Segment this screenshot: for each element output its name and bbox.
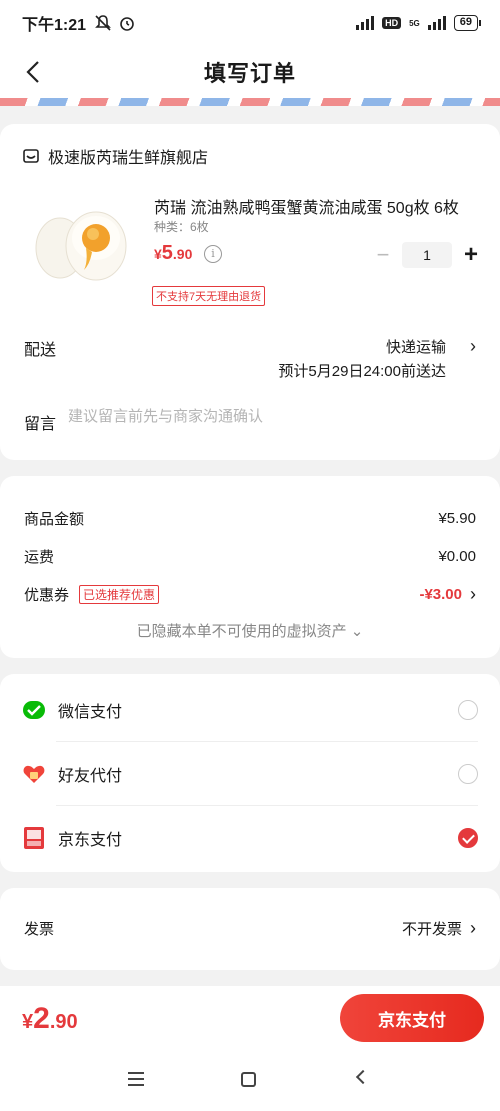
hidden-assets-toggle[interactable]: 已隐藏本单不可使用的虚拟资产 ⌄ xyxy=(0,620,500,641)
signal-icon xyxy=(356,16,375,30)
note-label: 留言 xyxy=(24,416,57,433)
menu-icon[interactable] xyxy=(128,1072,144,1086)
payment-option-jd[interactable]: 京东支付 xyxy=(22,806,478,870)
home-icon[interactable] xyxy=(241,1072,256,1087)
goods-amount-row: 商品金额 ¥5.90 xyxy=(24,508,476,529)
delivery-eta: 预计5月29日24:00前送达 xyxy=(278,363,446,380)
payment-radio[interactable] xyxy=(458,764,478,784)
invoice-row[interactable]: 发票 不开发票 › xyxy=(24,918,476,939)
system-nav-bar xyxy=(0,1066,500,1096)
payment-option-wechat[interactable]: 微信支付 xyxy=(22,678,478,742)
back-nav-icon[interactable] xyxy=(355,1069,371,1085)
checkout-bar: ¥2.90 京东支付 xyxy=(0,986,500,1111)
order-card: 极速版芮瑞生鲜旗舰店 芮瑞 流油熟咸鸭蛋蟹黄流油咸蛋 50g枚 6枚 种类：6枚… xyxy=(0,124,500,460)
coupon-row[interactable]: 优惠券 已选推荐优惠 -¥3.00 › xyxy=(24,584,476,605)
invoice-value: 不开发票 xyxy=(401,921,462,938)
shipping-label: 运费 xyxy=(24,549,55,566)
goods-amount-value: ¥5.90 xyxy=(438,510,476,527)
price-info-icon[interactable]: i xyxy=(204,245,222,263)
coupon-value: -¥3.00 xyxy=(419,586,462,603)
delivery-chevron-icon[interactable]: › xyxy=(470,336,476,357)
payment-label: 好友代付 xyxy=(58,768,123,785)
shop-header[interactable]: 极速版芮瑞生鲜旗舰店 xyxy=(22,144,208,168)
network-type: 5G xyxy=(409,18,420,28)
total-price: ¥2.90 xyxy=(22,1002,78,1035)
payment-radio[interactable] xyxy=(458,700,478,720)
quantity-value[interactable]: 1 xyxy=(402,242,452,268)
product-title[interactable]: 芮瑞 流油熟咸鸭蛋蟹黄流油咸蛋 50g枚 6枚 xyxy=(154,194,484,218)
note-input[interactable] xyxy=(68,408,468,425)
coupon-badge: 已选推荐优惠 xyxy=(79,585,160,604)
mute-bell-icon xyxy=(95,15,111,31)
payment-option-friend[interactable]: 好友代付 xyxy=(22,742,478,806)
jd-pay-icon xyxy=(24,827,44,849)
delivery-method[interactable]: 快递运输 xyxy=(386,336,446,357)
return-policy-tag: 不支持7天无理由退货 xyxy=(152,286,266,306)
product-image[interactable] xyxy=(30,190,130,290)
submit-payment-button[interactable]: 京东支付 xyxy=(340,994,484,1042)
payment-card: 微信支付 好友代付 京东支付 xyxy=(0,674,500,872)
increase-button[interactable]: + xyxy=(462,243,480,267)
shipping-value: ¥0.00 xyxy=(438,548,476,565)
store-icon xyxy=(23,149,39,163)
delivery-label: 配送 xyxy=(24,342,57,359)
battery-icon: 69 xyxy=(453,15,482,31)
goods-amount-label: 商品金额 xyxy=(24,511,85,528)
alarm-icon xyxy=(120,17,134,31)
decrease-button[interactable]: − xyxy=(374,244,392,266)
payment-radio-checked[interactable] xyxy=(458,828,478,848)
wechat-pay-icon xyxy=(23,701,45,719)
signal-2-icon xyxy=(427,16,446,30)
product-price: ¥5.90 xyxy=(154,242,193,264)
invoice-label: 发票 xyxy=(24,921,55,938)
nav-bar: 填写订单 xyxy=(0,46,500,98)
shipping-row: 运费 ¥0.00 xyxy=(24,546,476,567)
payment-label: 微信支付 xyxy=(58,704,123,721)
invoice-card[interactable]: 发票 不开发票 › xyxy=(0,888,500,970)
invoice-chevron-icon[interactable]: › xyxy=(470,918,476,939)
hd-badge: HD xyxy=(382,17,402,29)
shop-name: 极速版芮瑞生鲜旗舰店 xyxy=(48,150,209,167)
airmail-stripe xyxy=(0,98,500,106)
product-spec: 种类：6枚 xyxy=(154,220,209,234)
page-title: 填写订单 xyxy=(203,61,296,86)
status-bar: 下午1:21 HD 5G 69 xyxy=(0,0,500,46)
friend-pay-icon xyxy=(23,765,45,783)
summary-card: 商品金额 ¥5.90 运费 ¥0.00 优惠券 已选推荐优惠 -¥3.00 › … xyxy=(0,476,500,658)
quantity-stepper: − 1 + xyxy=(374,242,480,268)
status-time: 下午1:21 xyxy=(22,17,87,34)
back-icon[interactable] xyxy=(20,58,48,86)
coupon-label: 优惠券 xyxy=(24,587,70,604)
payment-label: 京东支付 xyxy=(58,832,123,849)
coupon-chevron-icon[interactable]: › xyxy=(470,584,476,605)
